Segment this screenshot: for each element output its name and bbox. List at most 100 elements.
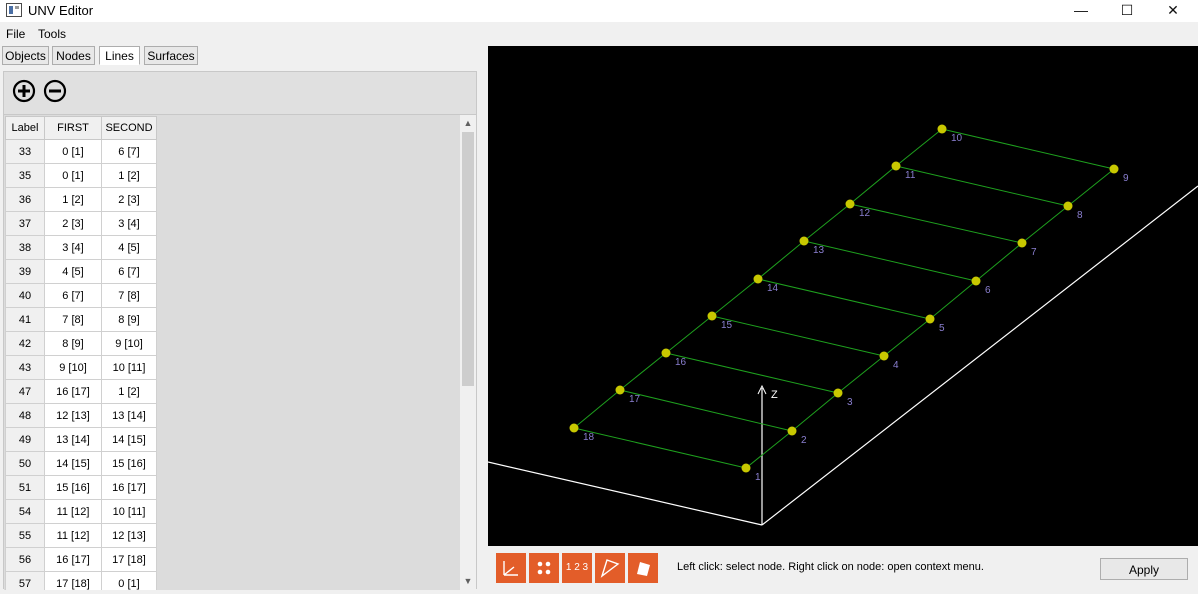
tab-surfaces[interactable]: Surfaces [144,46,198,65]
mesh-line[interactable] [745,430,793,469]
menu-file[interactable]: File [6,27,25,41]
mesh-line[interactable] [975,242,1023,282]
maximize-button[interactable]: ☐ [1104,0,1150,22]
cell-label[interactable]: 39 [5,259,45,284]
table-row[interactable]: 42 8 [9] 9 [10] [5,331,157,356]
cell-label[interactable]: 43 [5,355,45,380]
cell-second[interactable]: 2 [3] [101,187,157,212]
tab-nodes[interactable]: Nodes [52,46,95,65]
mesh-node[interactable] [615,385,625,395]
cell-first[interactable]: 11 [12] [44,499,102,524]
mesh-line[interactable] [849,203,1023,244]
mesh-line[interactable] [941,128,1115,170]
cell-second[interactable]: 14 [15] [101,427,157,452]
cell-first[interactable]: 16 [17] [44,379,102,404]
mesh-node[interactable] [891,161,901,171]
viewport-canvas[interactable]: Z 123456789101112131415161718 [488,46,1198,546]
cell-first[interactable]: 7 [8] [44,307,102,332]
cell-label[interactable]: 50 [5,451,45,476]
mesh-line[interactable] [619,352,667,391]
table-row[interactable]: 41 7 [8] 8 [9] [5,307,157,332]
mesh-node[interactable] [741,463,751,473]
cell-first[interactable]: 2 [3] [44,211,102,236]
mesh-line[interactable] [619,389,793,432]
table-row[interactable]: 48 12 [13] 13 [14] [5,403,157,428]
mesh-node[interactable] [879,351,889,361]
cell-first[interactable]: 13 [14] [44,427,102,452]
table-row[interactable]: 37 2 [3] 3 [4] [5,211,157,236]
mesh-node[interactable] [787,426,797,436]
cell-label[interactable]: 54 [5,499,45,524]
mesh-node[interactable] [799,236,809,246]
menu-tools[interactable]: Tools [38,27,66,41]
cell-second[interactable]: 15 [16] [101,451,157,476]
cell-label[interactable]: 42 [5,331,45,356]
cell-first[interactable]: 0 [1] [44,139,102,164]
node-numbering-button[interactable]: 1 2 3 [562,553,592,583]
cell-second[interactable]: 17 [18] [101,547,157,572]
cell-label[interactable]: 36 [5,187,45,212]
cell-second[interactable]: 8 [9] [101,307,157,332]
add-line-button[interactable] [12,79,36,103]
tab-objects[interactable]: Objects [2,46,49,65]
cell-first[interactable]: 8 [9] [44,331,102,356]
cell-label[interactable]: 49 [5,427,45,452]
cell-label[interactable]: 40 [5,283,45,308]
table-row[interactable]: 36 1 [2] 2 [3] [5,187,157,212]
cell-second[interactable]: 1 [2] [101,379,157,404]
surface-button[interactable] [628,553,658,583]
mesh-line[interactable] [665,315,713,354]
cell-first[interactable]: 12 [13] [44,403,102,428]
cell-second[interactable]: 12 [13] [101,523,157,548]
mesh-line[interactable] [757,240,805,280]
table-row[interactable]: 35 0 [1] 1 [2] [5,163,157,188]
table-row[interactable]: 47 16 [17] 1 [2] [5,379,157,404]
header-label[interactable]: Label [5,116,45,140]
cell-label[interactable]: 48 [5,403,45,428]
cell-first[interactable]: 3 [4] [44,235,102,260]
scroll-up-icon[interactable]: ▲ [460,115,476,131]
cell-label[interactable]: 55 [5,523,45,548]
cell-label[interactable]: 38 [5,235,45,260]
cell-second[interactable]: 0 [1] [101,571,157,590]
mesh-node[interactable] [937,124,947,134]
mesh-line[interactable] [1067,168,1115,207]
mesh-line[interactable] [711,315,885,357]
cell-label[interactable]: 51 [5,475,45,500]
mesh-line[interactable] [573,427,747,469]
mesh-line[interactable] [711,278,759,317]
mesh-line[interactable] [1021,205,1069,244]
3d-viewport[interactable]: Z 1 2 3 4 5 6 7 8 9 10 11 12 13 14 15 16 17 18 [488,46,1198,546]
mesh-node[interactable] [833,388,843,398]
cell-first[interactable]: 6 [7] [44,283,102,308]
cell-second[interactable]: 7 [8] [101,283,157,308]
cell-second[interactable]: 10 [11] [101,355,157,380]
mesh-node[interactable] [569,423,579,433]
mesh-line[interactable] [791,392,839,432]
table-scrollbar[interactable]: ▲ ▼ [460,115,476,589]
mesh-node[interactable] [845,199,855,209]
close-button[interactable]: ✕ [1150,0,1196,22]
cell-second[interactable]: 10 [11] [101,499,157,524]
cell-second[interactable]: 3 [4] [101,211,157,236]
cell-first[interactable]: 11 [12] [44,523,102,548]
cell-first[interactable]: 1 [2] [44,187,102,212]
mesh-node[interactable] [1109,164,1119,174]
mesh-line[interactable] [573,389,621,429]
cell-label[interactable]: 37 [5,211,45,236]
cell-second[interactable]: 6 [7] [101,259,157,284]
mesh-line[interactable] [849,165,897,205]
cell-first[interactable]: 15 [16] [44,475,102,500]
cell-label[interactable]: 56 [5,547,45,572]
mesh-line[interactable] [837,355,885,394]
table-row[interactable]: 56 16 [17] 17 [18] [5,547,157,572]
mesh-line[interactable] [929,280,977,320]
mesh-line[interactable] [895,165,1069,207]
table-row[interactable]: 54 11 [12] 10 [11] [5,499,157,524]
cell-label[interactable]: 35 [5,163,45,188]
mesh-node[interactable] [971,276,981,286]
cell-second[interactable]: 4 [5] [101,235,157,260]
mesh-line[interactable] [803,203,851,242]
table-row[interactable]: 55 11 [12] 12 [13] [5,523,157,548]
table-row[interactable]: 38 3 [4] 4 [5] [5,235,157,260]
